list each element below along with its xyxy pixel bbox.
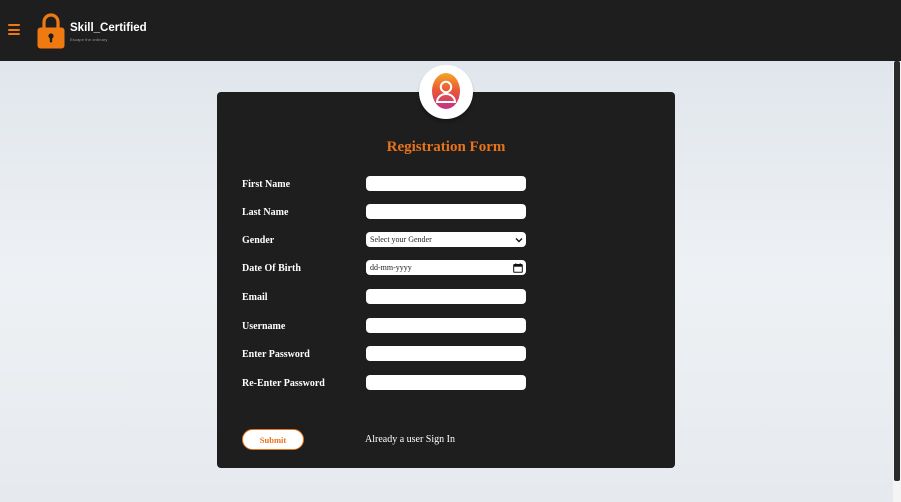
first-name-label: First Name [242, 179, 291, 190]
calendar-icon[interactable] [510, 260, 526, 275]
dob-date-input[interactable]: dd-mm-yyyy [366, 260, 526, 275]
email-label: Email [242, 292, 268, 303]
submit-button[interactable]: Submit [242, 429, 304, 450]
brand-name[interactable]: Skill_Certified [70, 22, 147, 34]
chevron-down-icon [512, 232, 526, 247]
password-label: Enter Password [242, 349, 310, 360]
dob-label: Date Of Birth [242, 263, 301, 274]
username-input[interactable] [366, 318, 526, 333]
sign-in-link[interactable]: Already a user Sign In [365, 434, 455, 445]
gender-label: Gender [242, 235, 275, 246]
scrollbar-thumb[interactable] [894, 61, 900, 481]
first-name-input[interactable] [366, 176, 526, 191]
email-input[interactable] [366, 289, 526, 304]
last-name-input[interactable] [366, 204, 526, 219]
brand-tagline: Escape the ordinary [70, 37, 108, 42]
gender-select-value: Select your Gender [370, 235, 432, 244]
password-input[interactable] [366, 346, 526, 361]
padlock-icon [37, 13, 65, 49]
gender-select[interactable]: Select your Gender [366, 232, 526, 247]
username-label: Username [242, 321, 286, 332]
dob-placeholder: dd-mm-yyyy [370, 263, 412, 272]
confirm-password-input[interactable] [366, 375, 526, 390]
avatar-badge [419, 65, 473, 119]
user-avatar-icon [432, 73, 460, 109]
top-navbar: Skill_Certified Escape the ordinary [0, 0, 901, 61]
form-title: Registration Form [386, 139, 506, 155]
hamburger-menu-icon[interactable] [8, 24, 20, 35]
last-name-label: Last Name [242, 207, 289, 218]
confirm-password-label: Re-Enter Password [242, 378, 325, 389]
